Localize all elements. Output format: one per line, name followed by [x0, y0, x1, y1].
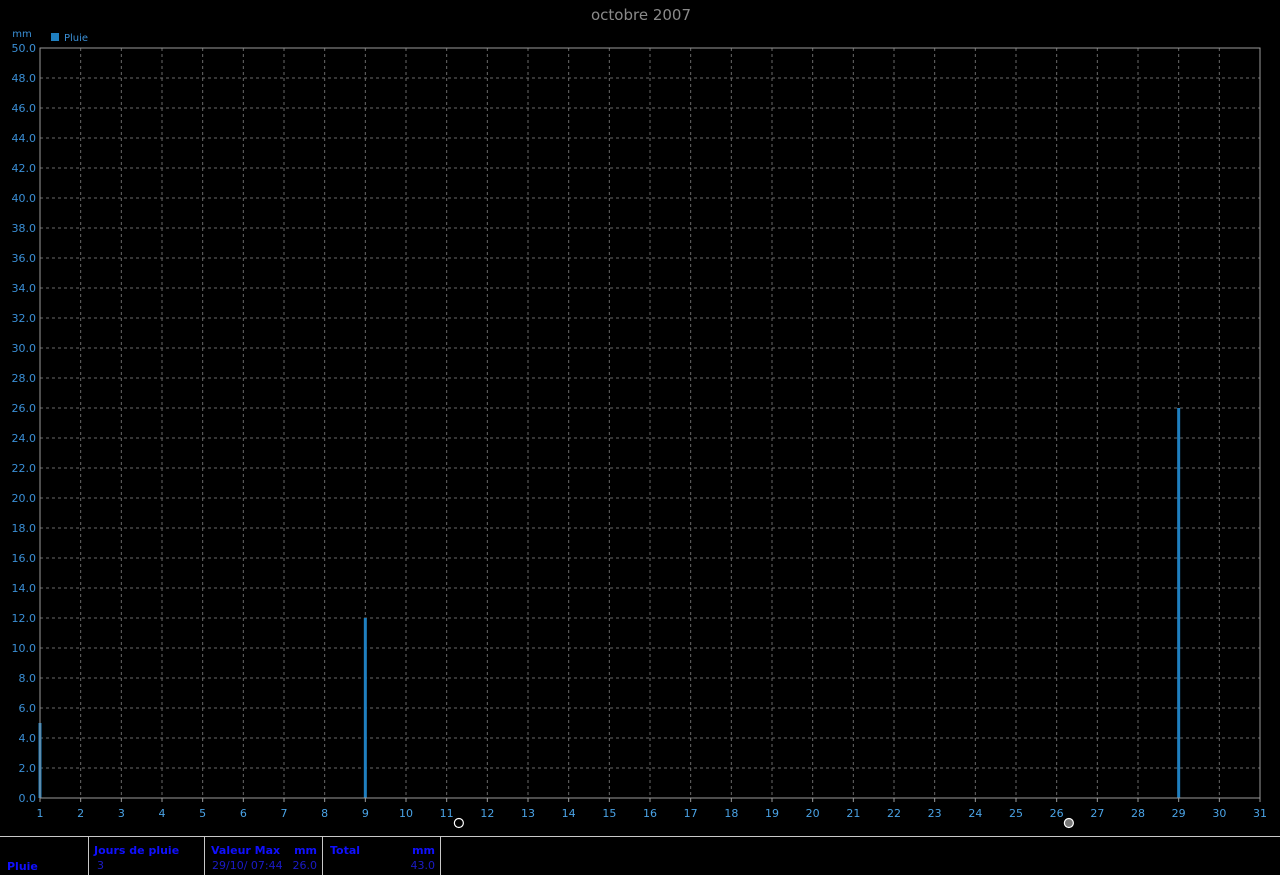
max-value-cell: Valeur Max mm 29/10/ 07:44 26.0 — [205, 837, 323, 875]
x-tick-label: 5 — [199, 807, 206, 820]
y-tick-label: 28.0 — [12, 372, 37, 385]
y-tick-label: 34.0 — [12, 282, 37, 295]
bar — [1177, 408, 1181, 798]
new-moon-icon — [1063, 817, 1074, 829]
stats-row-label: Pluie — [7, 860, 38, 873]
y-tick-label: 18.0 — [12, 522, 37, 535]
y-tick-label: 0.0 — [19, 792, 37, 805]
y-tick-label: 16.0 — [12, 552, 37, 565]
y-tick-label: 6.0 — [19, 702, 37, 715]
y-tick-label: 10.0 — [12, 642, 37, 655]
total-label: Total — [330, 844, 361, 857]
x-tick-label: 23 — [928, 807, 942, 820]
x-tick-label: 20 — [806, 807, 820, 820]
y-tick-label: 46.0 — [12, 102, 37, 115]
x-tick-label: 1 — [37, 807, 44, 820]
y-tick-label: 42.0 — [12, 162, 37, 175]
x-tick-label: 24 — [968, 807, 982, 820]
x-tick-label: 14 — [562, 807, 576, 820]
max-value-label: Valeur Max — [211, 844, 281, 857]
y-tick-label: 48.0 — [12, 72, 37, 85]
x-tick-label: 29 — [1172, 807, 1186, 820]
legend: Pluie — [51, 33, 88, 44]
rain-days-label: Jours de pluie — [94, 844, 180, 857]
full-moon-icon — [453, 817, 464, 829]
x-tick-label: 27 — [1090, 807, 1104, 820]
y-axis-unit: mm — [12, 29, 31, 40]
x-tick-label: 7 — [281, 807, 288, 820]
max-value-unit: mm — [294, 844, 317, 857]
x-tick-label: 26 — [1050, 807, 1064, 820]
x-tick-label: 25 — [1009, 807, 1023, 820]
rain-chart: octobre 2007 mm Pluie 0.0 2.0 4.0 6.0 8.0 10.… — [12, 6, 1267, 829]
x-tick-label: 31 — [1253, 807, 1267, 820]
x-tick-label: 16 — [643, 807, 657, 820]
y-tick-label: 32.0 — [12, 312, 37, 325]
y-tick-label: 2.0 — [19, 762, 37, 775]
x-tick-label: 13 — [521, 807, 535, 820]
rain-days-cell: Jours de pluie 3 — [89, 837, 205, 875]
chart-title: octobre 2007 — [591, 6, 691, 24]
x-tick-label: 28 — [1131, 807, 1145, 820]
x-tick-label: 12 — [480, 807, 494, 820]
x-tick-label: 4 — [159, 807, 166, 820]
x-tick-label: 8 — [321, 807, 328, 820]
x-tick-label: 3 — [118, 807, 125, 820]
x-tick-label: 19 — [765, 807, 779, 820]
y-tick-label: 24.0 — [12, 432, 37, 445]
x-tick-label: 10 — [399, 807, 413, 820]
y-tick-label: 44.0 — [12, 132, 37, 145]
x-tick-label: 15 — [602, 807, 616, 820]
total-value: 43.0 — [410, 859, 436, 872]
y-tick-label: 22.0 — [12, 462, 37, 475]
legend-label: Pluie — [64, 33, 88, 44]
x-tick-label: 6 — [240, 807, 247, 820]
x-tick-label: 11 — [440, 807, 454, 820]
legend-swatch — [51, 33, 59, 41]
x-tick-label: 18 — [724, 807, 738, 820]
y-tick-label: 40.0 — [12, 192, 37, 205]
x-tick-label: 17 — [684, 807, 698, 820]
x-tick-label: 9 — [362, 807, 369, 820]
max-value-amount: 26.0 — [292, 859, 318, 872]
y-axis-ticks: 0.0 2.0 4.0 6.0 8.0 10.0 12.0 14.0 16.0 18.0 20.0 2… — [12, 42, 37, 805]
y-tick-label: 30.0 — [12, 342, 37, 355]
x-tick-label: 22 — [887, 807, 901, 820]
max-value-date: 29/10/ 07:44 — [212, 859, 283, 872]
total-cell: Total mm 43.0 — [323, 837, 441, 875]
y-tick-label: 4.0 — [19, 732, 37, 745]
y-tick-label: 14.0 — [12, 582, 37, 595]
y-tick-label: 38.0 — [12, 222, 37, 235]
stats-table: Pluie Jours de pluie 3 Valeur Max mm 29/… — [0, 836, 1280, 875]
x-tick-label: 2 — [77, 807, 84, 820]
y-tick-label: 8.0 — [19, 672, 37, 685]
grid — [39, 47, 1261, 799]
x-tick-label: 21 — [846, 807, 860, 820]
bar — [363, 618, 367, 798]
rain-days-value: 3 — [97, 859, 104, 872]
y-tick-label: 36.0 — [12, 252, 37, 265]
y-tick-label: 26.0 — [12, 402, 37, 415]
x-axis-ticks: 1 2 3 4 5 6 7 8 9 10 11 12 13 14 15 16 17 18 19 20 21 22 23 24 2… — [37, 798, 1267, 820]
stats-row-label-cell: Pluie — [0, 837, 89, 875]
y-tick-label: 20.0 — [12, 492, 37, 505]
y-tick-label: 50.0 — [12, 42, 37, 55]
y-tick-label: 12.0 — [12, 612, 37, 625]
total-unit: mm — [412, 844, 435, 857]
x-tick-label: 30 — [1212, 807, 1226, 820]
